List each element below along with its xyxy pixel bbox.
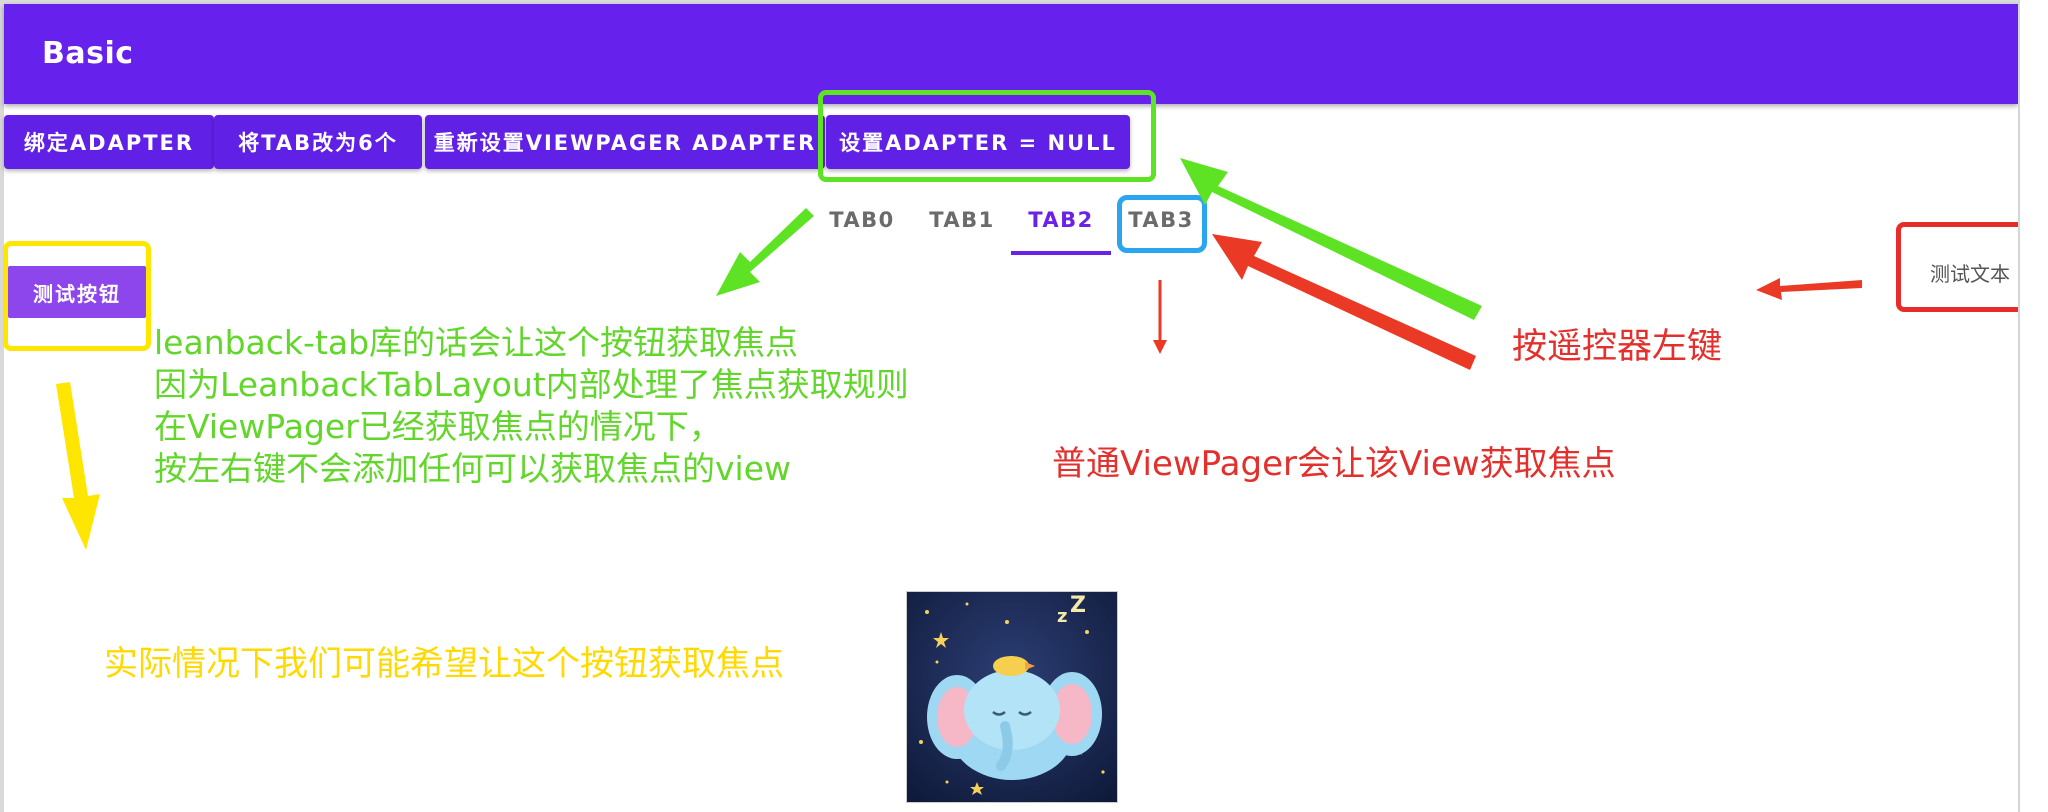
green-arrow-icon xyxy=(716,208,814,296)
red-annotation: 普通ViewPager会让该View获取焦点 xyxy=(1052,444,1616,484)
remote-left-key-annotation: 按遥控器左键 xyxy=(1512,327,1723,367)
set-six-tabs-button[interactable]: 将TAB改为6个 xyxy=(214,115,422,169)
red-arrow-icon xyxy=(1756,278,1862,300)
window-right-edge xyxy=(2018,0,2048,812)
green-annotation-line: 在ViewPager已经获取焦点的情况下， xyxy=(154,407,722,446)
highlight-box-green xyxy=(818,90,1156,182)
app-title: Basic xyxy=(42,36,134,71)
bind-adapter-button[interactable]: 绑定ADAPTER xyxy=(4,115,214,169)
svg-text:Z: Z xyxy=(1070,593,1086,618)
highlight-box-yellow xyxy=(3,241,151,351)
green-annotation-line: leanback-tab库的话会让这个按钮获取焦点 xyxy=(154,323,799,362)
highlight-box-red xyxy=(1896,222,2036,312)
yellow-arrow-icon xyxy=(56,382,100,550)
red-arrow-icon xyxy=(1212,234,1476,370)
tab-2[interactable]: TAB2 xyxy=(1011,200,1111,240)
green-annotation-line: 因为LeanbackTabLayout内部处理了焦点获取规则 xyxy=(154,365,909,404)
elephant-illustration: z Z xyxy=(907,592,1117,802)
app-bar: Basic xyxy=(4,4,2018,104)
reset-viewpager-adapter-button[interactable]: 重新设置VIEWPAGER ADAPTER xyxy=(425,115,825,169)
highlight-box-blue xyxy=(1117,195,1207,253)
svg-text:z: z xyxy=(1057,606,1067,627)
red-arrow-icon xyxy=(1153,340,1167,354)
tab-1[interactable]: TAB1 xyxy=(912,200,1012,240)
green-arrow-icon xyxy=(1180,158,1482,320)
tab-selected-indicator xyxy=(1011,251,1111,255)
sleeping-elephant-image: z Z xyxy=(906,591,1118,803)
yellow-annotation: 实际情况下我们可能希望让这个按钮获取焦点 xyxy=(104,644,784,684)
green-annotation: leanback-tab库的话会让这个按钮获取焦点 因为LeanbackTabL… xyxy=(154,322,909,490)
tab-0[interactable]: TAB0 xyxy=(812,200,912,240)
green-annotation-line: 按左右键不会添加任何可以获取焦点的view xyxy=(154,449,791,488)
